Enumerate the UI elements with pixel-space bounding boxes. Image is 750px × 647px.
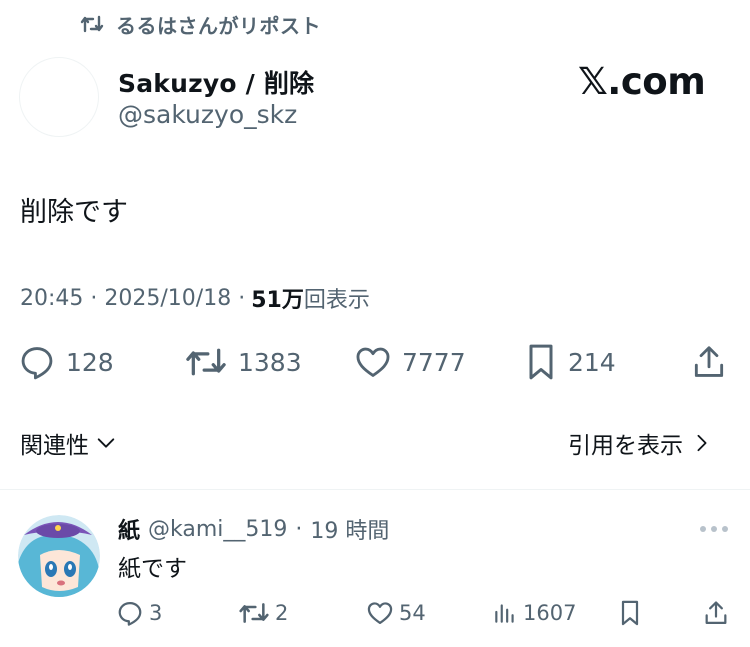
views-label: 回表示 (303, 288, 370, 313)
heart-icon (354, 343, 392, 381)
reply-icon (18, 343, 56, 381)
view-quotes-link[interactable]: 引用を表示 (568, 426, 711, 460)
sort-dropdown[interactable]: 関連性 (20, 426, 117, 460)
author-name[interactable]: Sakuzyo / 削除 (118, 64, 314, 100)
reply-reply-count: 3 (149, 601, 163, 625)
meta-separator: · (83, 285, 105, 311)
reply-reply-button[interactable]: 3 (116, 597, 162, 629)
repost-button[interactable]: 1383 (184, 340, 302, 384)
bookmark-icon (618, 599, 642, 627)
reply-views-button[interactable]: 1607 (492, 597, 576, 629)
chevron-right-icon (693, 432, 711, 454)
repost-label: るるはさんがリポスト (116, 13, 321, 38)
repost-header[interactable]: るるはさんがリポスト (80, 12, 321, 38)
tweet-meta: 20:45 · 2025/10/18 · 51万 回表示 (20, 282, 370, 314)
share-icon (702, 599, 730, 627)
reply-views-count: 1607 (523, 601, 577, 625)
reply-actions: 3 2 54 1607 (116, 597, 732, 629)
repost-icon (184, 343, 228, 381)
share-button[interactable] (690, 340, 728, 384)
reply-time[interactable]: 19 時間 (310, 513, 389, 545)
tweet-time[interactable]: 20:45 (20, 286, 83, 311)
share-icon (690, 342, 728, 382)
tweet-text: 削除です (20, 197, 128, 228)
reply-header: 紙 @kami__519 · 19 時間 (118, 513, 389, 545)
reply-author-handle[interactable]: @kami__519 (148, 517, 287, 542)
analytics-icon (492, 600, 518, 626)
reply-text: 紙です (118, 556, 187, 582)
reply-share-button[interactable] (702, 597, 730, 629)
heart-icon (366, 599, 394, 627)
bookmark-icon (524, 342, 558, 382)
reply-author-name[interactable]: 紙 (118, 513, 140, 545)
meta-separator: · (231, 285, 246, 311)
view-quotes-label: 引用を表示 (568, 433, 683, 459)
more-dots-icon (699, 525, 729, 533)
reply-like-button[interactable]: 54 (366, 597, 426, 629)
like-count: 7777 (402, 347, 466, 377)
reply-avatar[interactable] (18, 515, 100, 597)
tweet-date[interactable]: 2025/10/18 (104, 286, 231, 311)
like-button[interactable]: 7777 (354, 340, 466, 384)
sort-label: 関連性 (20, 433, 89, 459)
more-options-button[interactable] (699, 525, 729, 533)
reply-bookmark-button[interactable] (618, 597, 642, 629)
author-handle[interactable]: @sakuzyo_skz (118, 100, 297, 129)
reply-count: 128 (66, 347, 114, 377)
reply-like-count: 54 (399, 601, 426, 625)
reply-button[interactable]: 128 (18, 340, 114, 384)
views-count: 51万 (251, 288, 304, 313)
chevron-down-icon (95, 432, 117, 454)
reply-repost-count: 2 (275, 601, 289, 625)
repost-icon (80, 13, 104, 35)
tweet-actions: 128 1383 7777 214 (18, 340, 730, 384)
repost-count: 1383 (238, 347, 302, 377)
meta-separator: · (295, 516, 303, 542)
brand-logo: 𝕏.com (578, 60, 706, 103)
reply-icon (116, 599, 144, 627)
author-avatar[interactable] (19, 57, 99, 137)
bookmark-count: 214 (568, 347, 616, 377)
repost-icon (238, 599, 270, 627)
reply-repost-button[interactable]: 2 (238, 597, 288, 629)
divider (0, 489, 750, 490)
bookmark-button[interactable]: 214 (524, 340, 616, 384)
